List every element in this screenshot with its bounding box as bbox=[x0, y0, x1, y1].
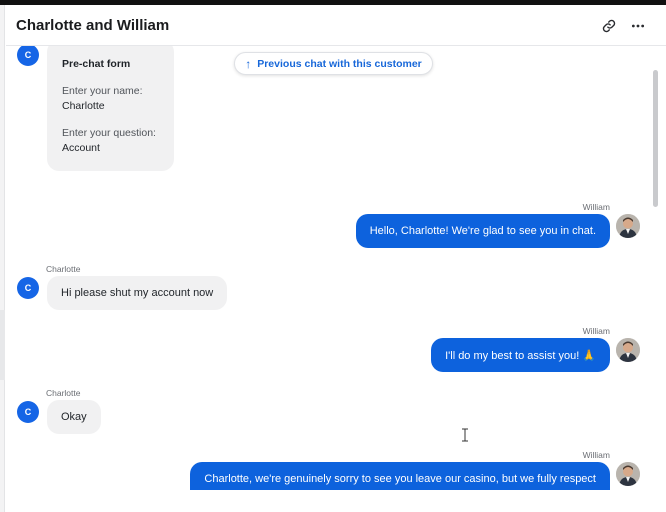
prechat-name-value: Charlotte bbox=[62, 100, 105, 112]
previous-chat-label: Previous chat with this customer bbox=[257, 57, 422, 70]
message-sender: William bbox=[582, 450, 610, 460]
left-panel-handle[interactable] bbox=[0, 310, 5, 380]
previous-chat-button[interactable]: ↑ Previous chat with this customer bbox=[234, 52, 433, 75]
link-icon bbox=[602, 19, 616, 33]
message-bubble-outgoing: I'll do my best to assist you! 🙏 bbox=[431, 338, 610, 372]
chat-title: Charlotte and William bbox=[16, 17, 170, 34]
message-bubble-incoming: Okay bbox=[47, 400, 101, 434]
message-bubble-outgoing: Hello, Charlotte! We're glad to see you … bbox=[355, 214, 610, 248]
message-sender: William bbox=[582, 326, 610, 336]
customer-avatar: C bbox=[17, 277, 39, 299]
customer-avatar: C bbox=[17, 46, 39, 66]
message-bubble-incoming: Hi please shut my account now bbox=[47, 276, 228, 310]
prechat-name-label: Enter your name: bbox=[62, 85, 143, 97]
more-options-button[interactable] bbox=[627, 15, 649, 37]
agent-avatar bbox=[616, 338, 640, 362]
message-bubble-outgoing: Charlotte, we're genuinely sorry to see … bbox=[190, 462, 610, 490]
arrow-up-icon: ↑ bbox=[245, 56, 252, 71]
customer-avatar: C bbox=[17, 401, 39, 423]
prechat-form-card: Pre-chat form Enter your name: Charlotte… bbox=[47, 46, 174, 171]
copy-link-button[interactable] bbox=[598, 15, 620, 37]
prechat-question-value: Account bbox=[62, 142, 100, 154]
prechat-title: Pre-chat form bbox=[62, 58, 131, 70]
more-horizontal-icon bbox=[631, 24, 645, 28]
left-panel-edge bbox=[0, 5, 5, 512]
agent-photo-icon bbox=[616, 214, 640, 238]
message-sender: William bbox=[582, 202, 610, 212]
chat-transcript[interactable]: C Pre-chat form Enter your name: Charlot… bbox=[6, 46, 651, 490]
agent-photo-icon bbox=[616, 338, 640, 362]
text-cursor-icon bbox=[462, 428, 468, 442]
agent-photo-icon bbox=[616, 462, 640, 486]
message-sender: Charlotte bbox=[46, 264, 81, 274]
chat-header: Charlotte and William bbox=[6, 5, 666, 46]
prechat-question-label: Enter your question: bbox=[62, 127, 156, 139]
message-sender: Charlotte bbox=[46, 388, 81, 398]
chat-scrollbar[interactable] bbox=[653, 70, 658, 207]
agent-avatar bbox=[616, 462, 640, 486]
agent-avatar bbox=[616, 214, 640, 238]
